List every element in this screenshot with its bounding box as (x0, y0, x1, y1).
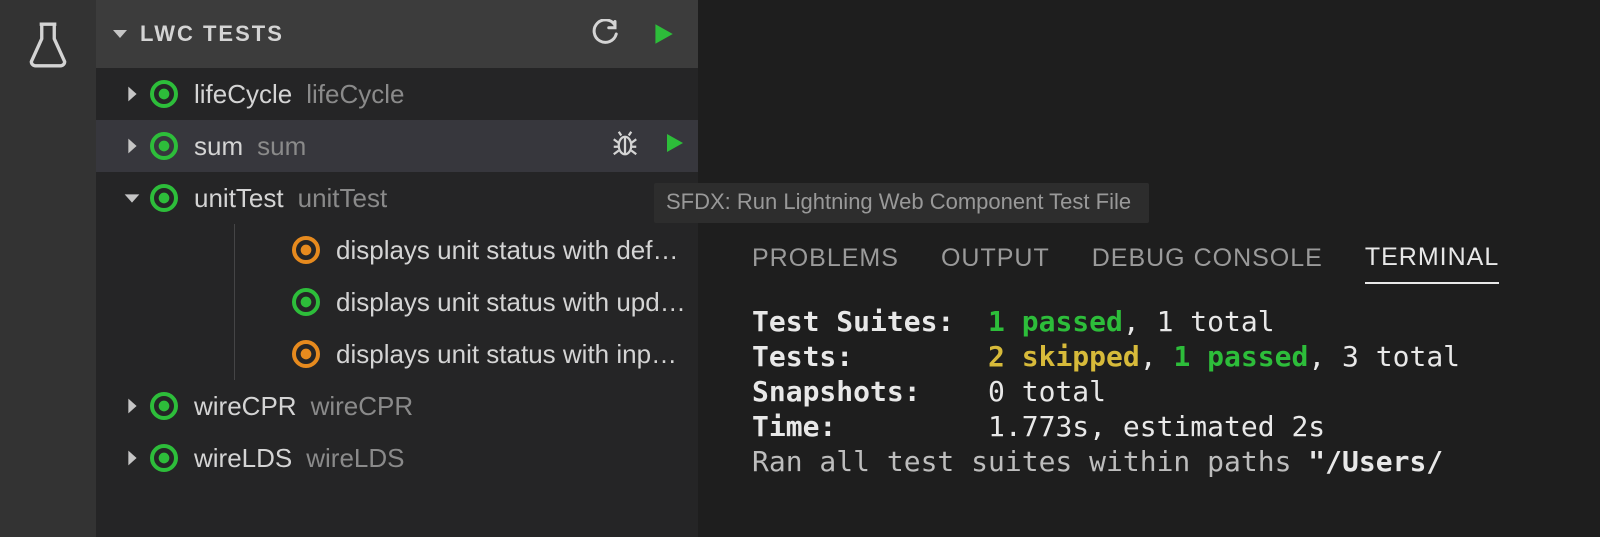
panel-tabs: PROBLEMS OUTPUT DEBUG CONSOLE TERMINAL (698, 235, 1600, 292)
partial-status-icon (290, 234, 322, 266)
tree-item-sub: wireCPR (311, 391, 414, 422)
activity-bar (0, 0, 96, 537)
tree-item-sub: lifeCycle (306, 79, 404, 110)
refresh-icon[interactable] (590, 19, 620, 49)
tab-debug-console[interactable]: DEBUG CONSOLE (1092, 242, 1323, 283)
tree-item[interactable]: sum sum (96, 120, 698, 172)
terminal-output[interactable]: Test Suites: 1 passed, 1 total Tests: 2 … (698, 292, 1600, 479)
tree-item-sub: unitTest (298, 183, 388, 214)
tab-problems[interactable]: PROBLEMS (752, 242, 899, 283)
pass-status-icon (148, 130, 180, 162)
debug-icon[interactable] (610, 128, 640, 165)
test-case-label: displays unit status with defaul… (336, 235, 686, 266)
editor-pane: PROBLEMS OUTPUT DEBUG CONSOLE TERMINAL T… (698, 0, 1600, 537)
bottom-panel: PROBLEMS OUTPUT DEBUG CONSOLE TERMINAL T… (698, 235, 1600, 537)
tree-item-name: wireLDS (194, 443, 292, 474)
tree-item[interactable]: wireCPR wireCPR (96, 380, 698, 432)
tree-item-name: lifeCycle (194, 79, 292, 110)
test-case-label: displays unit status with updat… (336, 287, 686, 318)
tree-item[interactable]: displays unit status with input … (96, 328, 698, 380)
pass-status-icon (148, 182, 180, 214)
test-tree: lifeCycle lifeCycle sum sum (96, 68, 698, 484)
tree-item-name: sum (194, 131, 243, 162)
pass-status-icon (148, 78, 180, 110)
tree-item[interactable]: wireLDS wireLDS (96, 432, 698, 484)
chevron-down-icon[interactable] (116, 187, 148, 209)
pass-status-icon (290, 286, 322, 318)
tab-terminal[interactable]: TERMINAL (1365, 241, 1499, 284)
sidebar-header[interactable]: LWC TESTS (96, 0, 698, 68)
run-icon[interactable] (662, 131, 686, 162)
chevron-right-icon[interactable] (116, 135, 148, 157)
tab-output[interactable]: OUTPUT (941, 242, 1050, 283)
chevron-right-icon[interactable] (116, 83, 148, 105)
test-sidebar: LWC TESTS (96, 0, 698, 537)
tree-item-name: wireCPR (194, 391, 297, 422)
tree-item[interactable]: displays unit status with defaul… (96, 224, 698, 276)
chevron-right-icon[interactable] (116, 395, 148, 417)
pass-status-icon (148, 390, 180, 422)
test-case-label: displays unit status with input … (336, 339, 686, 370)
partial-status-icon (290, 338, 322, 370)
tree-item-name: unitTest (194, 183, 284, 214)
tree-item-sub: wireLDS (306, 443, 404, 474)
run-test-file-tooltip: SFDX: Run Lightning Web Component Test F… (654, 183, 1149, 223)
testing-activity-icon[interactable] (23, 20, 73, 77)
chevron-right-icon[interactable] (116, 447, 148, 469)
tree-item[interactable]: lifeCycle lifeCycle (96, 68, 698, 120)
tree-item-sub: sum (257, 131, 306, 162)
collapse-section-icon[interactable] (104, 22, 136, 46)
tree-item[interactable]: displays unit status with updat… (96, 276, 698, 328)
pass-status-icon (148, 442, 180, 474)
run-all-icon[interactable] (650, 21, 676, 47)
tree-item[interactable]: unitTest unitTest (96, 172, 698, 224)
sidebar-title: LWC TESTS (136, 21, 590, 47)
